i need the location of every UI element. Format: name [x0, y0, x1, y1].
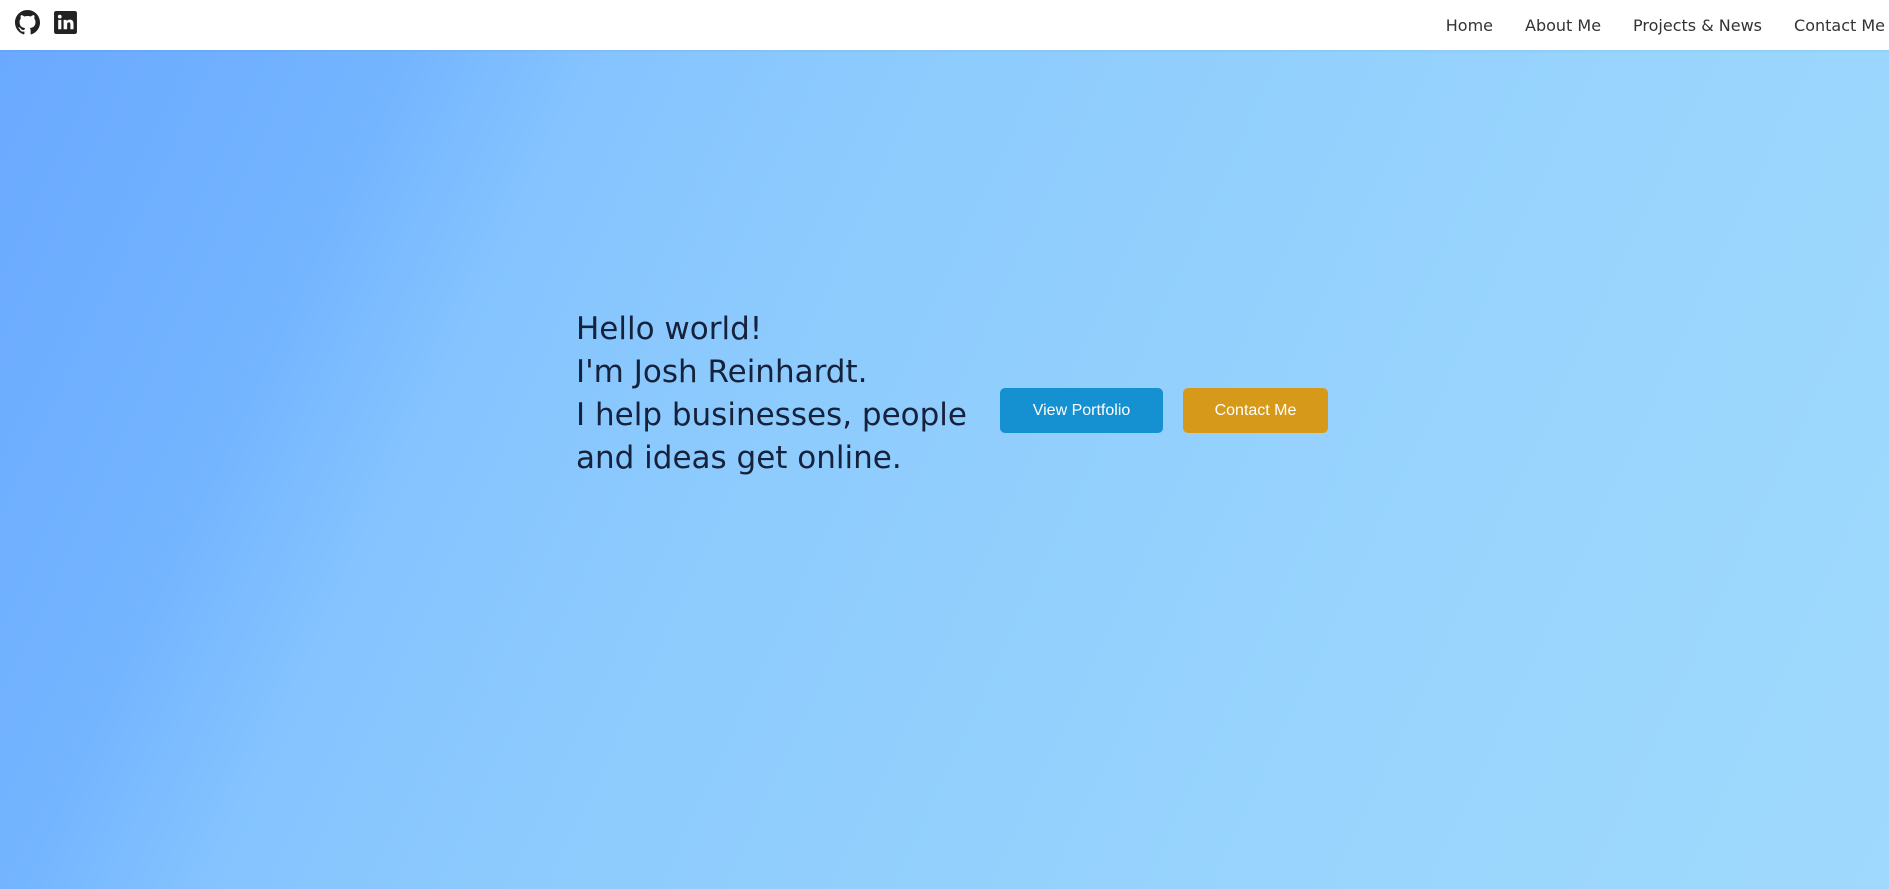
nav-link-about-me[interactable]: About Me: [1509, 16, 1617, 35]
social-links: [15, 10, 78, 35]
hero-line-name: I'm Josh Reinhardt.: [576, 354, 868, 390]
hero-section: Hello world! I'm Josh Reinhardt. I help …: [0, 50, 1889, 889]
nav-link-home[interactable]: Home: [1430, 16, 1509, 35]
hero-line-tagline-1: I help businesses, people: [576, 397, 967, 433]
view-portfolio-button[interactable]: View Portfolio: [1000, 388, 1163, 433]
hero-line-tagline-2: and ideas get online.: [576, 440, 902, 476]
nav-link-projects-news[interactable]: Projects & News: [1617, 16, 1778, 35]
linkedin-icon: [54, 11, 77, 34]
github-link[interactable]: [15, 10, 40, 35]
linkedin-link[interactable]: [53, 10, 78, 35]
hero-line-greeting: Hello world!: [576, 311, 763, 347]
navbar: Home About Me Projects & News Contact Me: [0, 0, 1889, 50]
contact-me-button[interactable]: Contact Me: [1183, 388, 1328, 433]
github-icon: [15, 10, 40, 35]
hero-headline: Hello world! I'm Josh Reinhardt. I help …: [576, 308, 976, 480]
nav-link-contact-me[interactable]: Contact Me: [1778, 16, 1889, 35]
main-nav: Home About Me Projects & News Contact Me: [1430, 0, 1889, 50]
